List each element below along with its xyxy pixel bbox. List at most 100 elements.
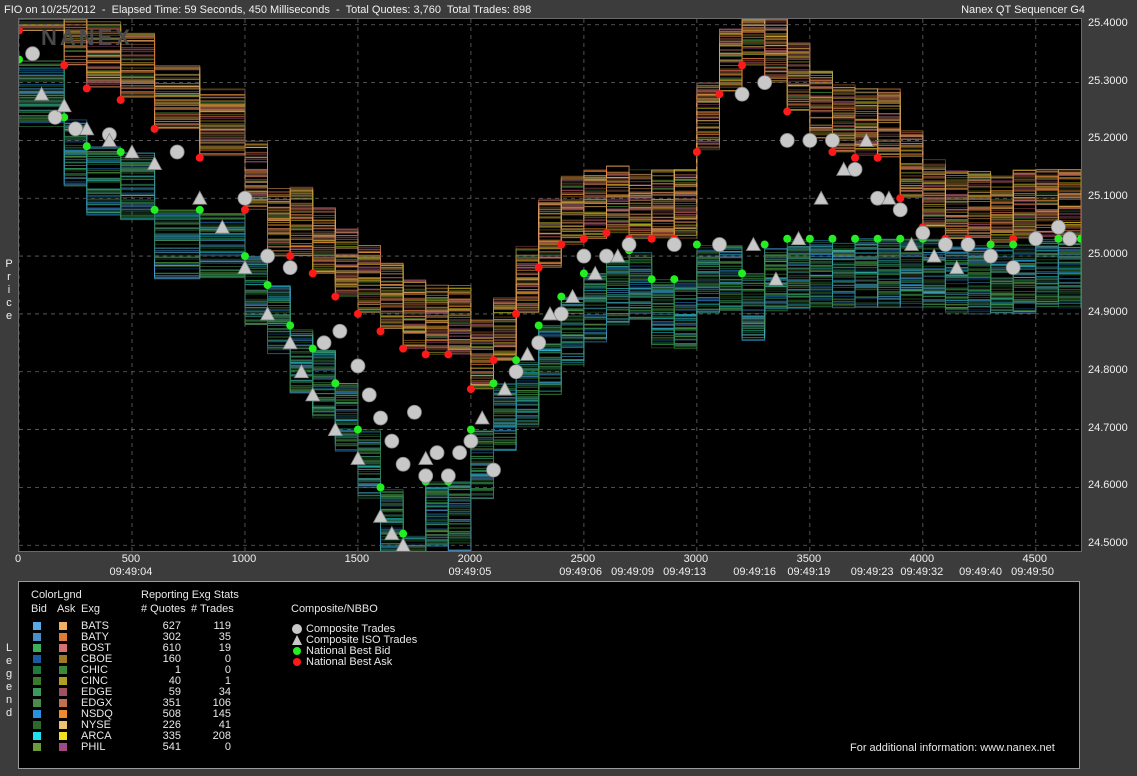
composite-trade-point — [621, 237, 637, 252]
composite-trade-point — [361, 387, 377, 403]
legend-quotes-header: # Quotes — [141, 603, 186, 615]
y-tick-label: 24.8000 — [1088, 363, 1128, 376]
composite-trade-point — [452, 445, 468, 461]
chart-svg: NANEX — [19, 19, 1081, 551]
legend-ask-swatch — [59, 622, 67, 630]
composite-trade-point — [373, 410, 388, 426]
nbbo-ask-point — [82, 84, 91, 93]
y-tick-label: 24.7000 — [1088, 421, 1128, 434]
nbbo-ask-point — [534, 263, 543, 272]
nbbo-bid-point — [896, 234, 905, 243]
y-tick-label: 25.2000 — [1088, 132, 1128, 145]
composite-trade-point — [395, 456, 411, 472]
time-tick-label: 09:49:16 — [733, 566, 777, 578]
composite-trade-point — [802, 133, 818, 148]
composite-trade-point — [384, 433, 400, 449]
x-tick-label: 2500 — [570, 553, 596, 565]
nbbo-bid-point — [489, 379, 498, 388]
legend-ask-swatch — [59, 655, 67, 663]
composite-trade-point — [418, 468, 434, 484]
legend-exg-header: Exg — [81, 603, 100, 615]
nbbo-bid-point — [783, 234, 792, 243]
nbbo-bid-point — [1009, 240, 1018, 249]
x-tick-label: 4500 — [1022, 553, 1048, 565]
time-tick-label: 09:49:13 — [663, 566, 706, 578]
composite-trade-point — [1062, 231, 1078, 247]
legend-bid-swatch — [33, 732, 41, 740]
x-tick-label: 0 — [14, 553, 22, 565]
nbbo-ask-point — [286, 252, 295, 261]
time-tick-label: 09:49:32 — [900, 566, 944, 578]
composite-trade-point — [429, 445, 445, 461]
legend-bid-swatch — [33, 699, 41, 707]
exchange-quote-line — [19, 91, 1081, 551]
exchange-quote-line — [19, 110, 1081, 551]
composite-trade-point — [25, 46, 40, 62]
legend-side-label: Legend — [5, 642, 13, 719]
nbbo-ask-point — [896, 194, 905, 203]
exchange-quote-line — [19, 91, 1081, 551]
nbbo-ask-point — [489, 356, 498, 365]
composite-title: Composite/NBBO — [291, 603, 378, 615]
time-tick-label: 09:49:23 — [850, 566, 894, 578]
composite-trade-point — [915, 225, 931, 241]
nbbo-bid-point — [19, 55, 23, 64]
composite-trade-point — [440, 468, 456, 484]
composite-trade-point — [47, 109, 63, 125]
nbbo-bid-point — [805, 234, 814, 243]
y-tick-label: 24.5000 — [1088, 537, 1128, 550]
composite-trade-point — [282, 260, 298, 276]
nbbo-bid-point — [873, 234, 882, 243]
nbbo-ask-point — [308, 269, 317, 278]
nbbo-ask-point — [783, 107, 792, 116]
legend-bid-swatch — [33, 721, 41, 729]
nbbo-bid-point — [1054, 234, 1063, 243]
composite-trade-point — [938, 237, 953, 252]
composite-trade-point — [463, 433, 479, 449]
legend-ask-swatch — [59, 721, 67, 729]
composite-trade-point — [1005, 260, 1021, 276]
composite-legend-label: National Best Ask — [306, 656, 393, 668]
composite-trade-point — [983, 248, 999, 264]
nbbo-bid-point — [116, 148, 125, 156]
chart-title: FIO on 10/25/2012 - Elapsed Time: 59 Sec… — [4, 4, 532, 16]
composite-iso-trade-point — [192, 190, 208, 205]
nbbo-bid-point — [534, 321, 543, 330]
nbbo-ask-point — [602, 228, 611, 237]
time-tick-label: 09:49:19 — [787, 566, 831, 578]
composite-trade-point — [892, 202, 908, 218]
nbbo-ask-point — [557, 240, 566, 249]
nbbo-bid-point — [828, 234, 837, 243]
legend-bid-swatch — [33, 644, 41, 652]
composite-trade-point — [407, 404, 422, 420]
nbbo-ask-point — [240, 205, 249, 214]
legend-ask-swatch — [59, 633, 67, 641]
composite-trade-point — [825, 133, 840, 148]
watermark: NANEX — [41, 25, 133, 50]
composite-trade-point — [779, 133, 795, 148]
y-tick-label: 24.6000 — [1088, 479, 1128, 492]
legend-ask-swatch — [59, 666, 67, 674]
y-axis-label: Price — [5, 258, 13, 322]
legend-ask-swatch — [59, 699, 67, 707]
nbbo-bid-point — [195, 205, 204, 214]
nbbo-bid-point — [82, 142, 91, 151]
composite-trade-point — [576, 248, 592, 264]
nbbo-bid-point — [286, 321, 295, 330]
nbbo-bid-point — [557, 292, 566, 301]
time-tick-label: 09:49:06 — [559, 566, 603, 578]
composite-trade-point — [350, 358, 366, 374]
nbbo-ask-point — [828, 148, 837, 156]
legend-bid-swatch — [33, 743, 41, 751]
composite-trade-point — [486, 462, 501, 478]
nbbo-bid-point — [760, 240, 769, 249]
nbbo-bid-point — [308, 344, 317, 353]
composite-trade-point — [712, 237, 727, 252]
legend-ask-header: Ask — [57, 603, 76, 615]
time-tick-label: 09:49:09 — [611, 566, 655, 578]
composite-iso-trade-point — [124, 144, 140, 159]
nbbo-ask-point — [692, 148, 701, 156]
nbbo-ask-point — [466, 385, 475, 394]
composite-trade-point — [666, 237, 682, 252]
composite-trade-point — [316, 335, 332, 351]
